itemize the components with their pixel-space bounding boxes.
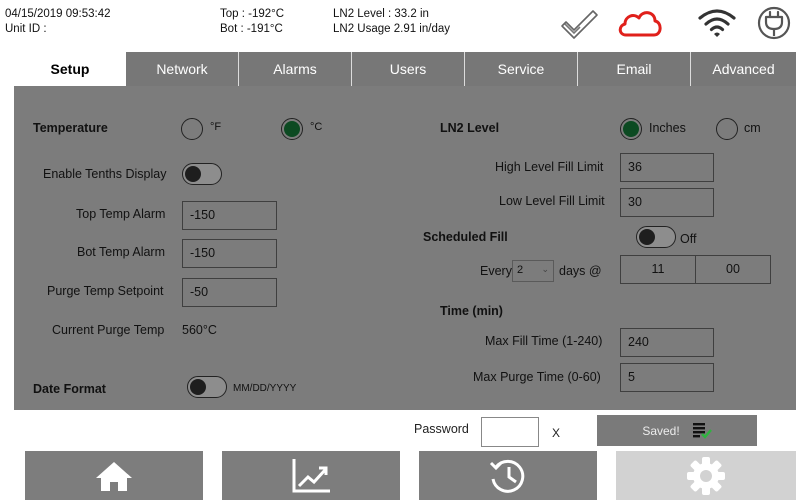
- history-clock-icon: [489, 459, 525, 493]
- bot-temp-readout: Bot : -191°C: [220, 23, 283, 35]
- days-at-label: days @: [559, 264, 602, 278]
- password-input[interactable]: [481, 417, 539, 447]
- top-temp-alarm-label: Top Temp Alarm: [76, 207, 166, 221]
- fill-interval-select[interactable]: 2 ⌄: [512, 260, 554, 282]
- save-button[interactable]: Saved!: [597, 415, 757, 446]
- purge-setpoint-label: Purge Temp Setpoint: [47, 284, 164, 298]
- unit-inches-label: Inches: [649, 121, 686, 135]
- tab-users[interactable]: Users: [352, 52, 465, 86]
- unit-f-radio[interactable]: [181, 118, 203, 140]
- temperature-heading: Temperature: [33, 121, 108, 135]
- unit-c-radio[interactable]: [281, 118, 303, 140]
- bot-temp-alarm-label: Bot Temp Alarm: [77, 245, 166, 259]
- date-format-value: MM/DD/YYYY: [233, 383, 297, 394]
- unit-c-label: °C: [310, 121, 323, 133]
- ln2-level-heading: LN2 Level: [440, 121, 500, 135]
- ln2-level-readout: LN2 Level : 33.2 in: [333, 8, 429, 20]
- saved-label: Saved!: [642, 423, 680, 438]
- clear-password-button[interactable]: X: [552, 426, 560, 440]
- password-label: Password: [414, 422, 469, 436]
- date-format-heading: Date Format: [33, 382, 106, 396]
- low-fill-limit-input[interactable]: 30: [620, 188, 714, 217]
- tenths-display-label: Enable Tenths Display: [43, 167, 167, 181]
- power-plug-icon[interactable]: [756, 6, 792, 40]
- wifi-icon[interactable]: [697, 6, 737, 40]
- saved-list-icon: [692, 422, 712, 439]
- high-fill-limit-label: High Level Fill Limit: [495, 160, 604, 174]
- tab-bar: Setup Network Alarms Users Service Email…: [14, 52, 796, 86]
- checkmark-icon: [561, 10, 598, 39]
- cloud-icon[interactable]: [616, 6, 664, 40]
- high-fill-limit-input[interactable]: 36: [620, 153, 714, 182]
- scheduled-fill-toggle[interactable]: [636, 226, 676, 248]
- max-fill-time-input[interactable]: 240: [620, 328, 714, 357]
- date-format-toggle[interactable]: [187, 376, 227, 398]
- scheduled-fill-heading: Scheduled Fill: [423, 230, 508, 244]
- chevron-down-icon: ⌄: [541, 264, 549, 274]
- tab-alarms[interactable]: Alarms: [239, 52, 352, 86]
- nav-home-button[interactable]: [25, 451, 203, 500]
- every-label: Every: [480, 264, 512, 278]
- unit-cm-radio[interactable]: [716, 118, 738, 140]
- purge-setpoint-input[interactable]: -50: [182, 278, 277, 307]
- current-purge-value: 560°C: [182, 323, 217, 337]
- datetime: 04/15/2019 09:53:42: [5, 8, 111, 20]
- scheduled-fill-state: Off: [680, 232, 697, 246]
- status-header: 04/15/2019 09:53:42 Unit ID : Top : -192…: [0, 0, 796, 44]
- max-fill-time-label: Max Fill Time (1-240): [485, 334, 603, 348]
- unit-inches-radio[interactable]: [620, 118, 642, 140]
- tenths-display-toggle[interactable]: [182, 163, 222, 185]
- time-min-heading: Time (min): [440, 304, 503, 318]
- trend-chart-icon: [292, 458, 330, 492]
- current-purge-label: Current Purge Temp: [52, 323, 165, 337]
- bot-temp-alarm-input[interactable]: -150: [182, 239, 277, 268]
- nav-settings-button[interactable]: [616, 451, 796, 500]
- tab-advanced[interactable]: Advanced: [691, 52, 796, 86]
- setup-panel: Temperature °F °C Enable Tenths Display …: [14, 86, 796, 410]
- max-purge-time-label: Max Purge Time (0-60): [473, 370, 601, 384]
- ln2-usage-readout: LN2 Usage 2.91 in/day: [333, 23, 450, 35]
- nav-history-button[interactable]: [419, 451, 597, 500]
- fill-hour-input[interactable]: 11: [620, 255, 696, 284]
- fill-minute-input[interactable]: 00: [695, 255, 771, 284]
- nav-trends-button[interactable]: [222, 451, 400, 500]
- low-fill-limit-label: Low Level Fill Limit: [499, 194, 605, 208]
- top-temp-readout: Top : -192°C: [220, 8, 285, 20]
- tab-setup[interactable]: Setup: [14, 52, 126, 86]
- unit-cm-label: cm: [744, 121, 761, 135]
- action-bar: Password X Saved!: [0, 410, 796, 450]
- home-icon: [96, 461, 132, 491]
- tab-email[interactable]: Email: [578, 52, 691, 86]
- tab-service[interactable]: Service: [465, 52, 578, 86]
- settings-gear-icon: [687, 456, 725, 495]
- fill-interval-value: 2: [517, 264, 524, 276]
- tab-network[interactable]: Network: [126, 52, 239, 86]
- unit-id-label: Unit ID :: [5, 23, 47, 35]
- unit-f-label: °F: [210, 121, 222, 133]
- max-purge-time-input[interactable]: 5: [620, 363, 714, 392]
- top-temp-alarm-input[interactable]: -150: [182, 201, 277, 230]
